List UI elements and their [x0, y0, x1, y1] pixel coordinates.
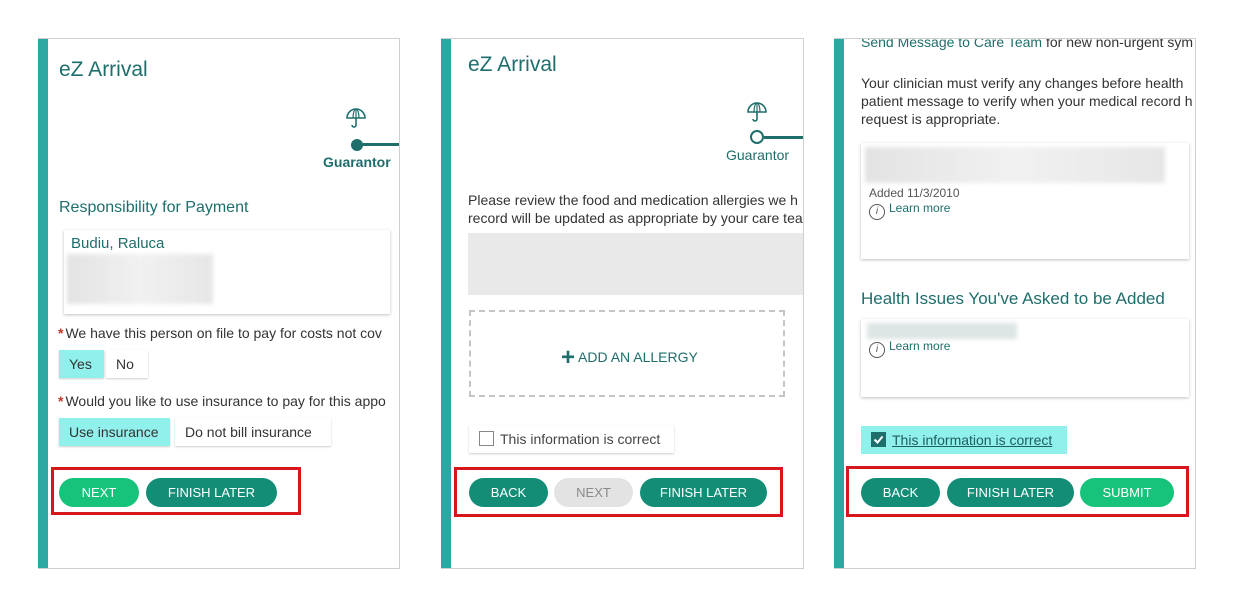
- add-allergy-dropzone[interactable]: + ADD AN ALLERGY: [469, 310, 785, 397]
- panel-content: eZ Arrival Guarantor Please review the f…: [451, 39, 803, 568]
- panel-content: Send Message to Care Team for new non-ur…: [844, 39, 1195, 568]
- use-insurance-option[interactable]: Use insurance: [59, 418, 170, 446]
- allergy-list-placeholder: [468, 233, 803, 295]
- info-icon: i: [869, 342, 885, 358]
- step-label-guarantor: Guarantor: [323, 154, 391, 170]
- guarantor-card: Budiu, Raluca: [64, 230, 390, 314]
- panel-content: eZ Arrival Guarantor Responsibility for …: [48, 39, 399, 568]
- submit-button[interactable]: SUBMIT: [1080, 478, 1174, 507]
- finish-later-button[interactable]: FINISH LATER: [640, 478, 767, 507]
- add-allergy-button[interactable]: + ADD AN ALLERGY: [561, 344, 698, 372]
- side-stripe: [834, 39, 844, 568]
- learn-more-link[interactable]: i Learn more: [869, 339, 950, 358]
- yes-option[interactable]: Yes: [59, 350, 104, 378]
- back-button[interactable]: BACK: [861, 478, 940, 507]
- added-date: Added 11/3/2010: [869, 186, 960, 200]
- umbrella-icon: [747, 102, 767, 122]
- checkbox-icon[interactable]: [479, 431, 494, 446]
- no-option[interactable]: No: [106, 350, 148, 378]
- learn-more-link[interactable]: i Learn more: [869, 201, 950, 220]
- required-asterisk: *: [58, 393, 64, 409]
- app-title: eZ Arrival: [59, 58, 148, 81]
- asked-issue-card: i Learn more: [861, 319, 1189, 397]
- app-title: eZ Arrival: [468, 53, 557, 76]
- checkbox-checked-icon[interactable]: [871, 432, 886, 447]
- step-progress-track: [764, 136, 803, 139]
- next-button[interactable]: NEXT: [59, 478, 139, 507]
- send-message-link[interactable]: Send Message to Care Team: [861, 39, 1042, 50]
- information-correct-checkbox[interactable]: This information is correct: [861, 426, 1067, 454]
- redacted-issue-name: [867, 323, 1017, 339]
- finish-later-button[interactable]: FINISH LATER: [146, 478, 277, 507]
- finish-later-button[interactable]: FINISH LATER: [947, 478, 1074, 507]
- required-asterisk: *: [58, 325, 64, 341]
- side-stripe: [441, 39, 451, 568]
- side-stripe: [38, 39, 48, 568]
- redacted-issue-name: [865, 147, 1165, 183]
- redacted-address: [67, 254, 213, 304]
- ez-arrival-panel-allergies: eZ Arrival Guarantor Please review the f…: [441, 38, 804, 569]
- information-correct-checkbox[interactable]: This information is correct: [469, 425, 674, 453]
- step-progress-dot: [750, 130, 764, 144]
- health-issue-card: Added 11/3/2010 i Learn more: [861, 143, 1189, 259]
- do-not-bill-insurance-option[interactable]: Do not bill insurance: [175, 418, 331, 446]
- step-progress-track: [360, 143, 399, 146]
- back-button[interactable]: BACK: [469, 478, 548, 507]
- plus-icon: +: [561, 344, 576, 371]
- next-button-disabled[interactable]: NEXT: [554, 478, 633, 507]
- verification-notice: Your clinician must verify any changes b…: [861, 75, 1193, 127]
- send-message-line: Send Message to Care Team for new non-ur…: [861, 39, 1193, 51]
- question-guarantor-on-file: * We have this person on file to pay for …: [58, 325, 382, 341]
- allergy-instructions: Please review the food and medication al…: [468, 192, 803, 226]
- guarantor-name: Budiu, Raluca: [71, 235, 165, 252]
- umbrella-icon: [346, 108, 366, 128]
- step-label-guarantor: Guarantor: [726, 147, 790, 163]
- question-use-insurance: * Would you like to use insurance to pay …: [58, 393, 386, 409]
- ez-arrival-panel-health-issues: Send Message to Care Team for new non-ur…: [834, 38, 1196, 569]
- section-title: Responsibility for Payment: [59, 199, 249, 216]
- health-issues-title: Health Issues You've Asked to be Added: [861, 289, 1165, 308]
- info-icon: i: [869, 204, 885, 220]
- ez-arrival-panel-guarantor: eZ Arrival Guarantor Responsibility for …: [38, 38, 400, 569]
